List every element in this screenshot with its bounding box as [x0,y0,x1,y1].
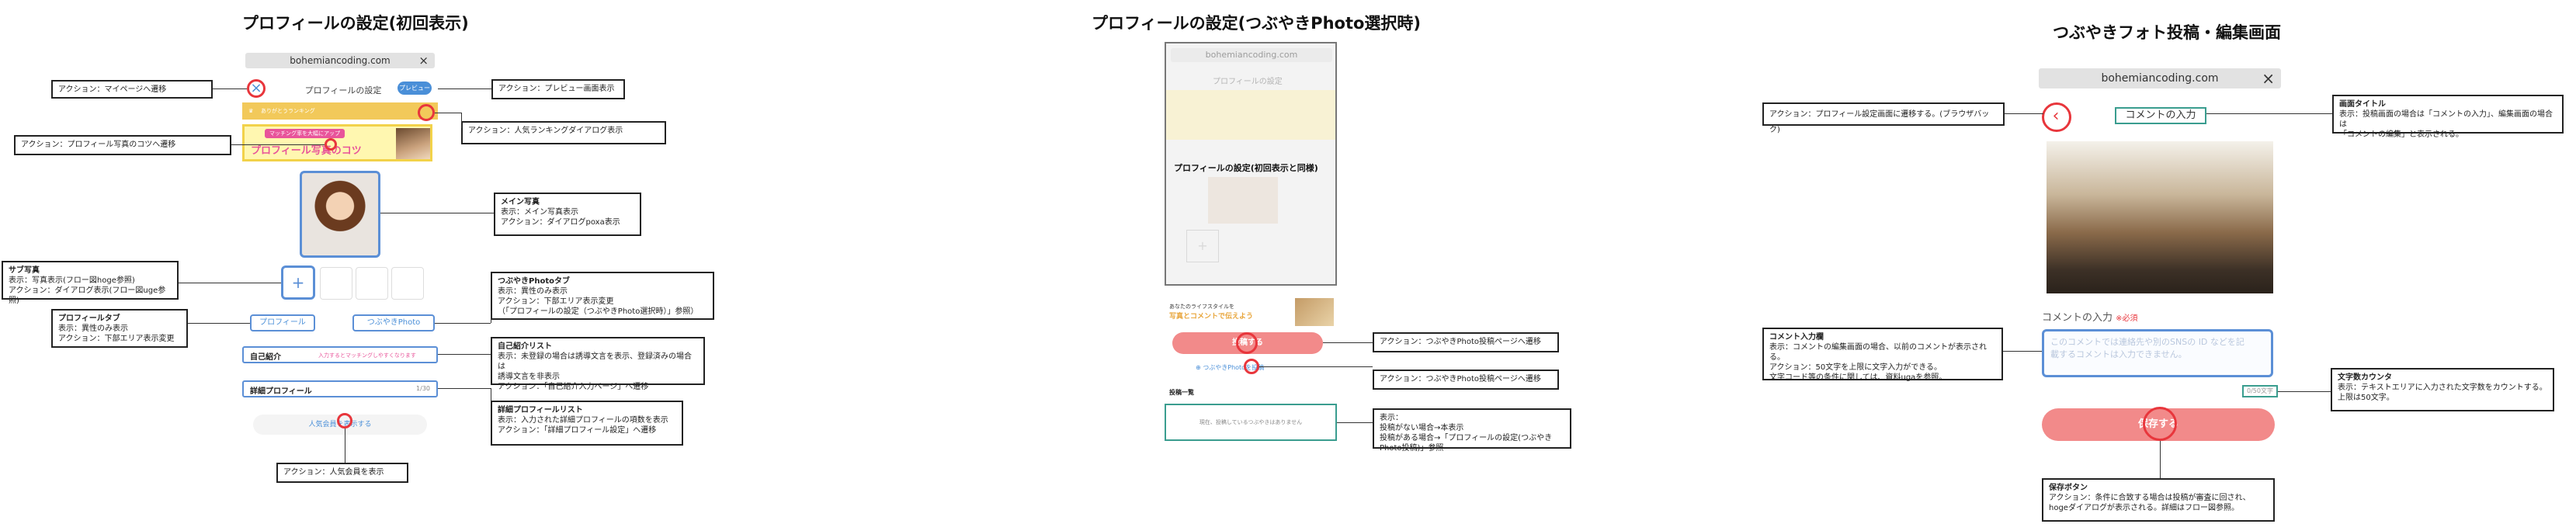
ranking-bar[interactable]: ♛ ありがとうランキング [242,102,398,120]
sub-photo-add[interactable]: + [281,265,315,300]
page-title: プロフィールの設定 [304,85,382,95]
sub-photo-slot[interactable] [391,267,424,300]
url-bar: bohemiancoding.com × [2039,68,2281,88]
section-title-initial: プロフィールの設定(初回表示) [242,14,469,33]
connector [2206,113,2332,114]
sub-photo-slot[interactable] [356,267,388,300]
detail-profile-list[interactable]: 詳細プロフィール 1/30 [242,380,438,397]
highlight-circle [337,413,352,429]
note-back: アクション：プロフィール設定画面に遷移する。(ブラウザバック) [1762,102,2005,134]
overlay-label: プロフィールの設定(初回表示と同様) [1174,163,1318,173]
connector [438,388,491,389]
highlight-circle [418,104,435,121]
banner-placeholder [1166,90,1335,140]
note-tab-photo: つぶやきPhotoタブ 表示：異性のみ表示 アクション：下部エリア表示変更 （「… [491,272,714,320]
connector [1337,422,1373,423]
tab-photo[interactable]: つぶやきPhoto [352,314,435,331]
photo-tips-banner[interactable]: マッチング率を大幅にアップ プロフィール写真のコツ [242,124,432,161]
note-ranking: アクション：人気ランキングダイアログ表示 [461,121,666,144]
post-photo[interactable] [2047,141,2273,293]
connector [438,354,491,355]
url-bar: bohemiancoding.com × [245,53,435,68]
highlight-circle [2143,407,2177,441]
note-empty: 表示： 投稿がない場合→本表示 投稿がある場合→「プロフィールの設定(つぶやきP… [1373,408,1571,453]
close-icon[interactable]: × [418,53,429,68]
main-photo[interactable] [300,171,380,258]
char-counter: 0/50文字 [2242,385,2278,397]
highlight-circle [247,79,266,98]
connector [2005,113,2043,114]
highlight-circle [2042,102,2071,132]
connector [2003,351,2042,352]
section-title-photo: プロフィールの設定(つぶやきPhoto選択時) [1092,14,1422,33]
highlight-circle [1244,359,1259,374]
phone-initial: bohemiancoding.com × × プロフィールの設定 プレビュー ♛… [242,47,438,442]
connector [188,323,250,324]
crown-icon: ♛ [248,108,254,114]
note-popular: アクション：人気会員を表示 [276,463,408,483]
plus-circle-icon: ⊕ [1196,364,1203,371]
dimmed-overlay: bohemiancoding.com プロフィールの設定 プロフィールの設定(初… [1165,42,1337,286]
phone-photo-tab: bohemiancoding.com プロフィールの設定 プロフィールの設定(初… [1165,42,1337,446]
note-screen-title: 画面タイトル 表示：投稿画面の場合は「コメントの入力」、編集画面の場合は 「コメ… [2332,95,2564,139]
tab-profile[interactable]: プロフィール [250,314,315,331]
connector [1259,366,1373,367]
highlight-circle [325,138,337,151]
connector [2278,391,2331,392]
note-comment: コメント入力欄 表示：コメントの編集画面の場合、以前のコメントが表示される。 ア… [1762,328,2003,382]
connector [1323,342,1373,343]
sub-photo-slot[interactable] [320,267,352,300]
note-mypage: アクション：マイページへ遷移 [51,80,213,99]
empty-post-message: 現在、投稿しているつぶやきはありません [1165,404,1337,441]
preview-button[interactable]: プレビュー [398,82,432,95]
connector [435,323,491,324]
note-detail: 詳細プロフィールリスト 表示：入力された詳細プロフィールの項数を表示 アクション… [491,401,683,446]
connector [438,88,491,89]
note-intro: 自己紹介リスト 表示：未登録の場合は誘導文言を表示、登録済みの場合は 誘導文言を… [491,337,705,391]
connector [2160,441,2161,478]
note-tab-profile: プロフィールタブ 表示：異性のみ表示 アクション：下部エリア表示変更 [51,309,188,348]
note-post-button: アクション：つぶやきPhoto投稿ページへ遷移 [1373,332,1559,352]
note-tips: アクション：プロフィール写真のコツへ遷移 [14,135,231,155]
self-intro-list[interactable]: 自己紹介 入力するとマッチングしやすくなります [242,346,438,363]
screen-title: コメントの入力 [2115,107,2206,124]
comment-textarea[interactable]: このコメントでは連絡先や別のSNSの ID などを記 載するコメントは入力できま… [2042,329,2273,377]
url-bar: bohemiancoding.com [1171,48,1332,62]
highlight-circle [1236,332,1258,354]
banner-photo [396,128,430,159]
note-main-photo: メイン写真 表示：メイン写真表示 アクション：ダイアログpoxa表示 [494,193,641,236]
connector [231,144,325,145]
section-title-post: つぶやきフォト投稿・編集画面 [2053,23,2281,42]
note-sub-photo: サブ写真 表示：写真表示(フロー図hoge参照) アクション：ダイアログ表示(フ… [2,261,179,305]
sample-photos [1295,298,1334,326]
phone-post: bohemiancoding.com × ‹ コメントの入力 コメントの入力 ※… [2039,64,2281,444]
note-counter: 文字数カウンタ 表示：テキストエリアに入力された文字数をカウントする。 上限は5… [2331,368,2554,411]
note-preview: アクション：プレビュー画面表示 [491,79,625,99]
connector [213,88,247,89]
close-icon[interactable]: × [2262,68,2275,88]
connector [461,113,462,128]
note-post-link: アクション：つぶやきPhoto投稿ページへ遷移 [1373,370,1559,390]
photo-placeholder [1208,177,1278,224]
note-save: 保存ボタン アクション：条件に合致する場合は投稿が審査に回され、 hogeダイア… [2042,478,2275,522]
